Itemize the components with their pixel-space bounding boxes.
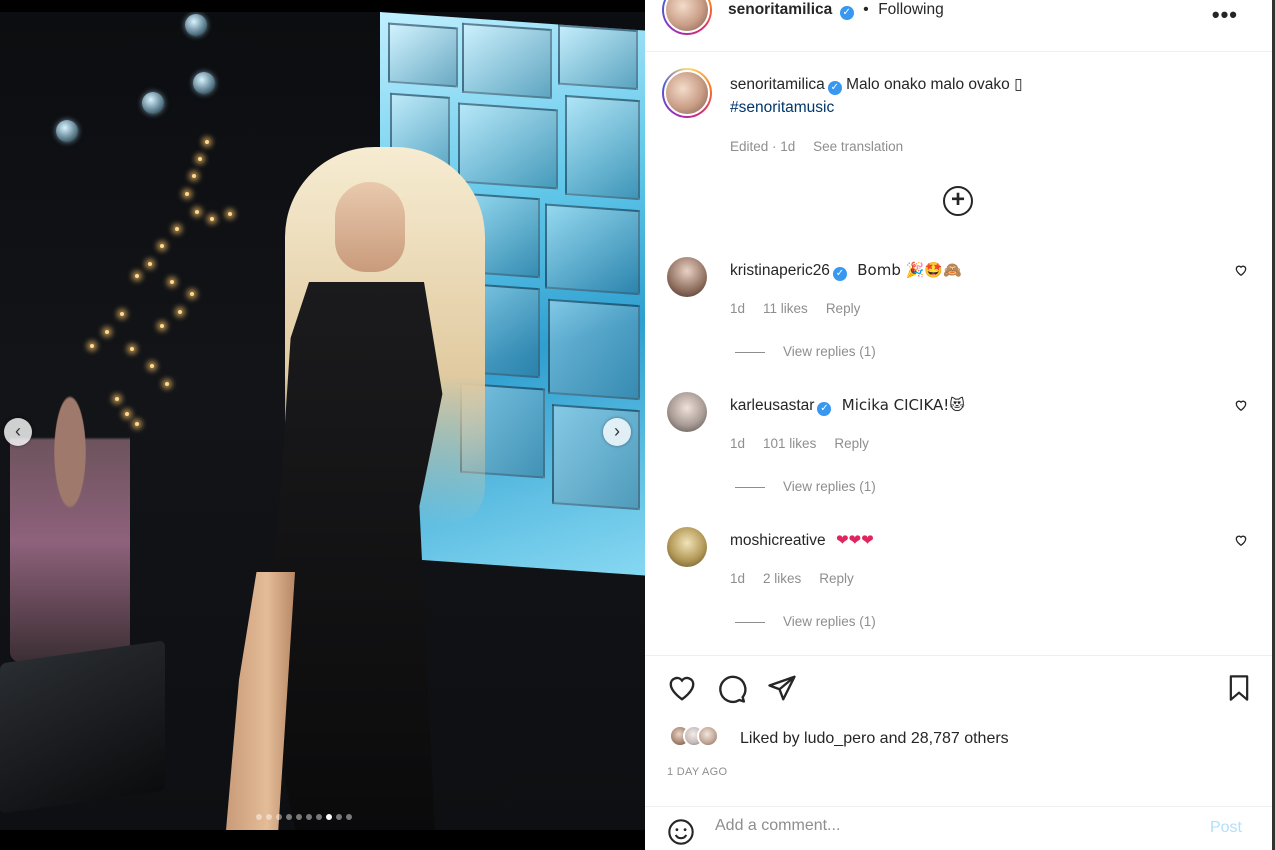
comment-age: 1d bbox=[730, 571, 746, 586]
comment-item: moshicreative ❤❤❤ 1d 2 likes Reply View re… bbox=[645, 527, 1272, 652]
carousel-dot bbox=[276, 814, 282, 820]
comment-likes[interactable]: 11 likes bbox=[763, 301, 808, 316]
hanging-lamp bbox=[185, 14, 207, 36]
post-timestamp: 1 DAY AGO bbox=[667, 766, 728, 778]
comment-reply-button[interactable]: Reply bbox=[834, 436, 869, 451]
chevron-right-icon: › bbox=[614, 421, 620, 441]
liked-by-others[interactable]: 28,787 others bbox=[911, 730, 1009, 747]
singer-leg bbox=[225, 572, 295, 830]
caption-avatar[interactable] bbox=[662, 68, 712, 118]
carousel-dot bbox=[266, 814, 272, 820]
carousel-dot bbox=[316, 814, 322, 820]
commenter-username[interactable]: moshicreative bbox=[730, 532, 826, 549]
caption-text: Malo onako malo ovako ▯ bbox=[846, 76, 1023, 93]
carousel-dot bbox=[306, 814, 312, 820]
comment-item: kristinaperic26 ✓ Bomb 🎉🤩🙈 1d 11 likes Repl… bbox=[645, 257, 1272, 382]
carousel-next-button[interactable]: › bbox=[603, 418, 631, 446]
comment-text: Bomb 🎉🤩🙈 bbox=[857, 261, 962, 279]
crowd bbox=[10, 362, 130, 662]
view-replies-button[interactable]: View replies (1) bbox=[735, 344, 876, 359]
heart-icon[interactable] bbox=[1234, 398, 1248, 412]
comment-icon[interactable] bbox=[717, 674, 747, 704]
comment-reply-button[interactable]: Reply bbox=[826, 301, 861, 316]
author-username[interactable]: senoritamilica bbox=[728, 1, 832, 18]
liked-by-and: and bbox=[879, 730, 907, 747]
commenter-username[interactable]: karleusastar bbox=[730, 397, 814, 414]
verified-icon: ✓ bbox=[832, 267, 847, 281]
header-separator: • bbox=[863, 1, 869, 18]
view-replies-button[interactable]: View replies (1) bbox=[735, 479, 876, 494]
post-comment-button[interactable]: Post bbox=[1210, 819, 1242, 837]
bookmark-icon[interactable] bbox=[1227, 674, 1251, 702]
see-translation-link[interactable]: See translation bbox=[813, 139, 903, 154]
commenter-avatar[interactable] bbox=[667, 527, 707, 567]
comment-age: 1d bbox=[730, 436, 746, 451]
singer-face bbox=[335, 182, 405, 272]
view-replies-label: View replies (1) bbox=[783, 479, 876, 494]
emoji-icon[interactable] bbox=[667, 818, 695, 846]
heart-icon[interactable] bbox=[1234, 263, 1248, 277]
post-details-panel: senoritamilica ✓ • Following ••• senorit… bbox=[645, 0, 1272, 850]
post-actions: Liked by ludo_pero and 28,787 others 1 D… bbox=[645, 655, 1272, 830]
more-options-button[interactable]: ••• bbox=[1212, 2, 1238, 28]
author-avatar[interactable] bbox=[662, 0, 712, 35]
verified-icon: ✓ bbox=[827, 81, 842, 95]
hanging-lamp bbox=[142, 92, 164, 114]
following-button[interactable]: Following bbox=[878, 1, 943, 18]
comment-age: 1d bbox=[730, 301, 746, 316]
add-circle-icon[interactable]: + bbox=[943, 186, 973, 216]
commenter-username[interactable]: kristinaperic26 bbox=[730, 262, 830, 279]
view-replies-button[interactable]: View replies (1) bbox=[735, 614, 876, 629]
liked-by-summary[interactable]: Liked by ludo_pero and 28,787 others bbox=[740, 730, 1009, 748]
comment-likes[interactable]: 101 likes bbox=[763, 436, 816, 451]
share-icon[interactable] bbox=[767, 674, 797, 702]
carousel-dot bbox=[346, 814, 352, 820]
commenter-avatar[interactable] bbox=[667, 257, 707, 297]
caption-edited: Edited · 1d bbox=[730, 139, 796, 154]
post-media[interactable]: ‹ › bbox=[0, 12, 645, 830]
verified-icon: ✓ bbox=[839, 6, 854, 20]
carousel-dot bbox=[256, 814, 262, 820]
liked-by-user[interactable]: ludo_pero bbox=[804, 730, 875, 747]
comment-item: karleusastar ✓ Micika CICIKA!😻 1d 101 like… bbox=[645, 392, 1272, 517]
caption-hashtag[interactable]: #senoritamusic bbox=[730, 99, 834, 116]
carousel-dot bbox=[286, 814, 292, 820]
hanging-lamp bbox=[56, 120, 78, 142]
liked-by-prefix: Liked by bbox=[740, 730, 800, 747]
verified-icon: ✓ bbox=[817, 402, 832, 416]
carousel-indicator bbox=[256, 814, 352, 820]
carousel-dot bbox=[296, 814, 302, 820]
post-header: senoritamilica ✓ • Following ••• bbox=[645, 0, 1272, 52]
view-replies-label: View replies (1) bbox=[783, 614, 876, 629]
heart-icon[interactable] bbox=[1234, 533, 1248, 547]
comment-text: ❤❤❤ bbox=[835, 531, 874, 549]
chevron-left-icon: ‹ bbox=[15, 421, 21, 441]
like-icon[interactable] bbox=[667, 674, 697, 702]
comment-likes[interactable]: 2 likes bbox=[763, 571, 801, 586]
comment-input[interactable] bbox=[715, 817, 1175, 835]
comment-text: Micika CICIKA!😻 bbox=[841, 396, 965, 414]
hanging-lamp bbox=[193, 72, 215, 94]
carousel-prev-button[interactable]: ‹ bbox=[4, 418, 32, 446]
carousel-dot bbox=[326, 814, 332, 820]
comment-reply-button[interactable]: Reply bbox=[819, 571, 854, 586]
view-replies-label: View replies (1) bbox=[783, 344, 876, 359]
commenter-avatar[interactable] bbox=[667, 392, 707, 432]
comment-composer: Post bbox=[645, 806, 1272, 850]
stage-speaker bbox=[0, 640, 165, 814]
carousel-dot bbox=[336, 814, 342, 820]
caption-username[interactable]: senoritamilica bbox=[730, 76, 825, 93]
